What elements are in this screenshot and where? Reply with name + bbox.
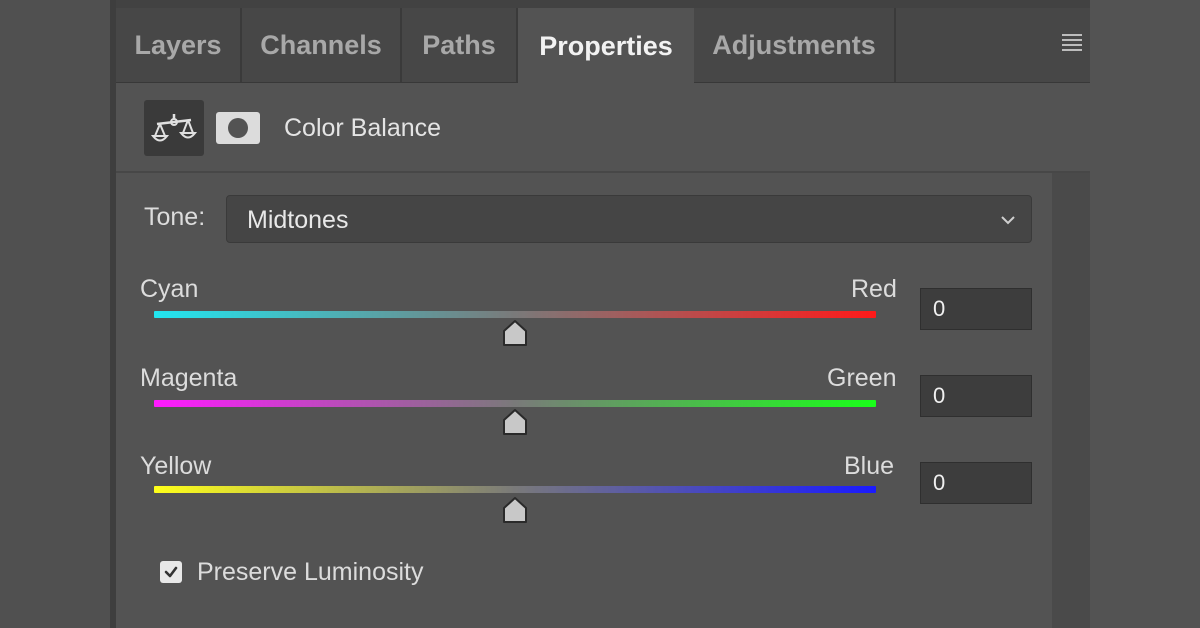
magenta-green-slider-track[interactable] <box>154 400 876 407</box>
layer-mask-icon <box>228 118 248 138</box>
checkmark-icon <box>164 566 178 578</box>
adjustment-header: Color Balance <box>116 84 1090 173</box>
adjustment-title: Color Balance <box>284 114 442 142</box>
magenta-green-slider-thumb[interactable] <box>500 408 530 436</box>
panel-tab-bar: Layers Channels Paths Properties Adjustm… <box>116 0 1090 84</box>
preserve-luminosity-checkbox[interactable] <box>160 561 182 583</box>
cyan-label: Cyan <box>140 275 199 303</box>
tab-label: Paths <box>422 29 496 60</box>
tab-layers[interactable]: Layers <box>116 8 242 82</box>
tab-paths[interactable]: Paths <box>402 8 518 82</box>
tab-channels[interactable]: Channels <box>242 8 402 82</box>
panel-scrollbar[interactable] <box>1052 173 1090 628</box>
preserve-luminosity-label: Preserve Luminosity <box>197 558 424 586</box>
yellow-blue-value-input[interactable]: 0 <box>920 462 1032 504</box>
blue-label: Blue <box>844 452 895 480</box>
right-canvas-area <box>1090 0 1200 628</box>
cyan-red-slider-track[interactable] <box>154 311 876 318</box>
tone-dropdown[interactable]: Midtones <box>226 195 1032 243</box>
left-canvas-area <box>0 0 110 628</box>
yellow-blue-slider-thumb[interactable] <box>500 496 530 524</box>
cyan-red-value-input[interactable]: 0 <box>920 288 1032 330</box>
tone-selected-value: Midtones <box>247 206 349 234</box>
cyan-red-slider-thumb[interactable] <box>500 319 530 347</box>
tab-label: Channels <box>260 29 382 60</box>
magenta-green-value-input[interactable]: 0 <box>920 375 1032 417</box>
tab-properties[interactable]: Properties <box>518 8 694 84</box>
balance-scale-icon <box>150 114 198 142</box>
magenta-label: Magenta <box>140 364 238 392</box>
color-balance-controls: Tone: Midtones Cyan Red 0 Magenta Green … <box>116 173 1052 628</box>
tab-label: Layers <box>134 29 222 60</box>
tone-label: Tone: <box>144 203 206 231</box>
panel-menu-icon[interactable] <box>1062 34 1082 51</box>
layer-mask-button[interactable] <box>216 112 260 144</box>
green-label: Green <box>827 364 897 392</box>
adjustment-type-button[interactable] <box>144 100 204 156</box>
tab-adjustments[interactable]: Adjustments <box>694 8 896 82</box>
red-label: Red <box>851 275 897 303</box>
tab-bar-filler <box>896 8 1090 82</box>
tab-label: Adjustments <box>712 29 876 60</box>
properties-panel: Layers Channels Paths Properties Adjustm… <box>116 0 1090 628</box>
chevron-down-icon <box>1001 216 1015 225</box>
tab-label: Properties <box>539 30 673 61</box>
yellow-blue-slider-track[interactable] <box>154 486 876 493</box>
yellow-label: Yellow <box>140 452 212 480</box>
